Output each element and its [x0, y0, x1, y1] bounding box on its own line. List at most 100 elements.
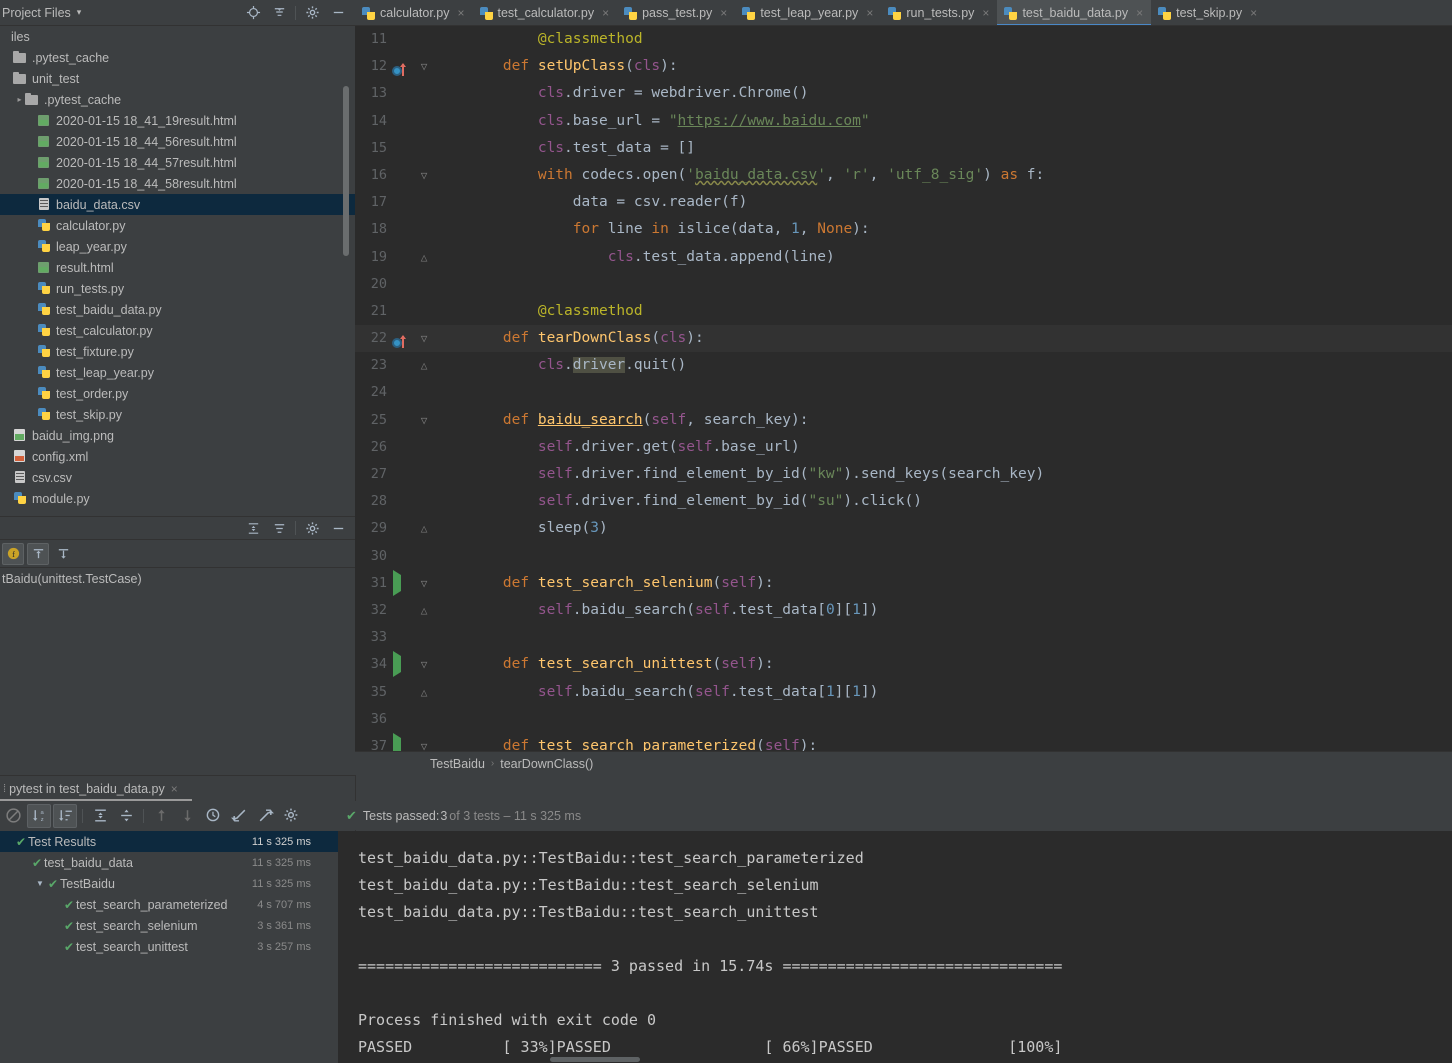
code-line[interactable]: 18 for line in islice(data, 1, None): [355, 216, 1452, 243]
code-line[interactable]: 36 [355, 706, 1452, 733]
code-line[interactable]: 32 △ self.baidu_search(self.test_data[0][… [355, 597, 1452, 624]
file-tree-item[interactable]: run_tests.py [0, 278, 355, 299]
file-tree-item[interactable]: iles [0, 26, 355, 47]
expand-arrow-icon[interactable]: ▼ [34, 879, 46, 888]
code-fold-icon[interactable]: ▽ [417, 733, 431, 751]
code-fold-icon[interactable]: ▽ [417, 53, 431, 80]
file-tree-item[interactable]: 2020-01-15 18_44_57result.html [0, 152, 355, 173]
code-line[interactable]: 16 ▽ with codecs.open('baidu_data.csv', '… [355, 162, 1452, 189]
close-icon[interactable]: × [1250, 6, 1257, 20]
rerun-failed-icon[interactable] [1, 804, 25, 828]
close-icon[interactable]: × [866, 6, 873, 20]
close-icon[interactable]: × [602, 6, 609, 20]
file-tree-item[interactable]: calculator.py [0, 215, 355, 236]
file-tree-item[interactable]: unit_test [0, 68, 355, 89]
chevron-down-icon[interactable]: ▾ [77, 7, 82, 18]
console-output[interactable]: test_baidu_data.py::TestBaidu::test_sear… [338, 831, 1452, 1063]
code-line[interactable]: 26 self.driver.get(self.base_url) [355, 434, 1452, 461]
file-tree-item-selected[interactable]: baidu_data.csv [0, 194, 355, 215]
breadcrumb-method[interactable]: tearDownClass() [500, 757, 593, 771]
code-line[interactable]: 14 cls.base_url = "https://www.baidu.com… [355, 108, 1452, 135]
file-tree-item[interactable]: test_fixture.py [0, 341, 355, 362]
gear-icon[interactable] [299, 2, 325, 24]
sort-up-icon[interactable] [27, 542, 49, 565]
editor-tab-test-baidu-data-py[interactable]: test_baidu_data.py × [997, 0, 1152, 25]
test-result-row[interactable]: ✔ test_search_unittest 3 s 257 ms [0, 936, 355, 957]
file-tree-item[interactable]: test_leap_year.py [0, 362, 355, 383]
code-line[interactable]: 20 [355, 271, 1452, 298]
editor-tab-calculator-py[interactable]: calculator.py × [355, 0, 473, 25]
close-icon[interactable]: × [171, 782, 178, 796]
editor-tab-test-calculator-py[interactable]: test_calculator.py × [473, 0, 618, 25]
code-line[interactable]: 33 [355, 624, 1452, 651]
code-line[interactable]: 11 @classmethod [355, 26, 1452, 53]
test-results-tree[interactable]: ✔ Test Results 11 s 325 ms ✔ test_baidu_data… [0, 831, 355, 1063]
test-result-row[interactable]: ✔ test_baidu_data 11 s 325 ms [0, 852, 355, 873]
code-line[interactable]: 34 ▽ def test_search_unittest(self): [355, 651, 1452, 678]
minimize-icon[interactable] [325, 2, 351, 24]
structure-panel-body[interactable]: tBaidu(unittest.TestCase) [0, 568, 355, 773]
editor-tab-pass-test-py[interactable]: pass_test.py × [617, 0, 735, 25]
file-tree-item[interactable]: result.html [0, 257, 355, 278]
code-line[interactable]: 12 ▽ def setUpClass(cls): [355, 53, 1452, 80]
close-icon[interactable]: × [457, 6, 464, 20]
file-tree-item[interactable]: baidu_img.png [0, 425, 355, 446]
file-tree-item[interactable]: config.xml [0, 446, 355, 467]
breadcrumb[interactable]: TestBaidu › tearDownClass() [355, 751, 1452, 775]
close-icon[interactable]: × [982, 6, 989, 20]
file-tree-item[interactable]: .pytest_cache [0, 47, 355, 68]
file-tree-item[interactable]: module.py [0, 488, 355, 509]
file-tree-item[interactable]: test_skip.py [0, 404, 355, 425]
code-line[interactable]: 22 ▽ def tearDownClass(cls): [355, 325, 1452, 353]
test-result-row[interactable]: ✔ test_search_selenium 3 s 361 ms [0, 915, 355, 936]
prev-failed-icon[interactable] [149, 804, 173, 828]
sort-duration-icon[interactable] [53, 803, 77, 828]
editor-tab-run-tests-py[interactable]: run_tests.py × [881, 0, 997, 25]
code-line[interactable]: 28 self.driver.find_element_by_id("su").… [355, 488, 1452, 515]
editor-tab-bar[interactable]: calculator.py × test_calculator.py × pass_te… [355, 0, 1452, 26]
file-tree-item[interactable]: test_order.py [0, 383, 355, 404]
code-line[interactable]: 21 @classmethod [355, 298, 1452, 325]
code-line[interactable]: 29 △ sleep(3) [355, 515, 1452, 542]
file-tree-item[interactable]: 2020-01-15 18_41_19result.html [0, 110, 355, 131]
code-fold-icon[interactable]: △ [417, 597, 431, 624]
code-line[interactable]: 25 ▽ def baidu_search(self, search_key): [355, 407, 1452, 434]
code-fold-icon[interactable]: ▽ [417, 325, 431, 352]
run-test-icon[interactable] [391, 651, 407, 678]
code-line[interactable]: 35 △ self.baidu_search(self.test_data[1][… [355, 679, 1452, 706]
gear-icon[interactable] [299, 517, 325, 539]
close-icon[interactable]: × [720, 6, 727, 20]
editor-tab-test-skip-py[interactable]: test_skip.py × [1151, 0, 1265, 25]
code-line[interactable]: 24 [355, 379, 1452, 406]
code-line[interactable]: 23 △ cls.driver.quit() [355, 352, 1452, 379]
file-tree-item[interactable]: test_baidu_data.py [0, 299, 355, 320]
close-icon[interactable]: × [1136, 6, 1143, 20]
code-fold-icon[interactable]: △ [417, 352, 431, 379]
file-tree-item[interactable]: csv.csv [0, 467, 355, 488]
collapse-all-icon[interactable] [114, 804, 138, 828]
run-tool-tab[interactable]: ⁞ pytest in test_baidu_data.py × [0, 775, 355, 801]
project-file-tree[interactable]: iles .pytest_cache unit_test ▸ .pytest_cache… [0, 26, 355, 516]
file-tree-item[interactable]: 2020-01-15 18_44_58result.html [0, 173, 355, 194]
code-fold-icon[interactable]: △ [417, 679, 431, 706]
run-test-icon[interactable] [391, 569, 407, 597]
file-tree-item[interactable]: leap_year.py [0, 236, 355, 257]
code-fold-icon[interactable]: ▽ [417, 162, 431, 189]
file-tree-item[interactable]: ▸ .pytest_cache [0, 89, 355, 110]
project-tree-scrollbar[interactable] [343, 86, 349, 256]
expand-all-icon[interactable] [88, 804, 112, 828]
code-fold-icon[interactable]: ▽ [417, 570, 431, 597]
run-test-icon[interactable] [391, 732, 407, 751]
export-icon[interactable] [253, 804, 277, 828]
code-fold-icon[interactable]: ▽ [417, 407, 431, 434]
file-tree-item[interactable]: test_calculator.py [0, 320, 355, 341]
code-line[interactable]: 15 cls.test_data = [] [355, 135, 1452, 162]
console-horizontal-scrollbar[interactable] [550, 1057, 640, 1062]
code-line[interactable]: 17 data = csv.reader(f) [355, 189, 1452, 216]
minimize-icon[interactable] [325, 517, 351, 539]
show-fields-icon[interactable]: f [2, 542, 24, 565]
code-line[interactable]: 30 [355, 543, 1452, 570]
code-fold-icon[interactable]: △ [417, 515, 431, 542]
sort-down-icon[interactable] [52, 543, 74, 565]
code-fold-icon[interactable]: ▽ [417, 651, 431, 678]
